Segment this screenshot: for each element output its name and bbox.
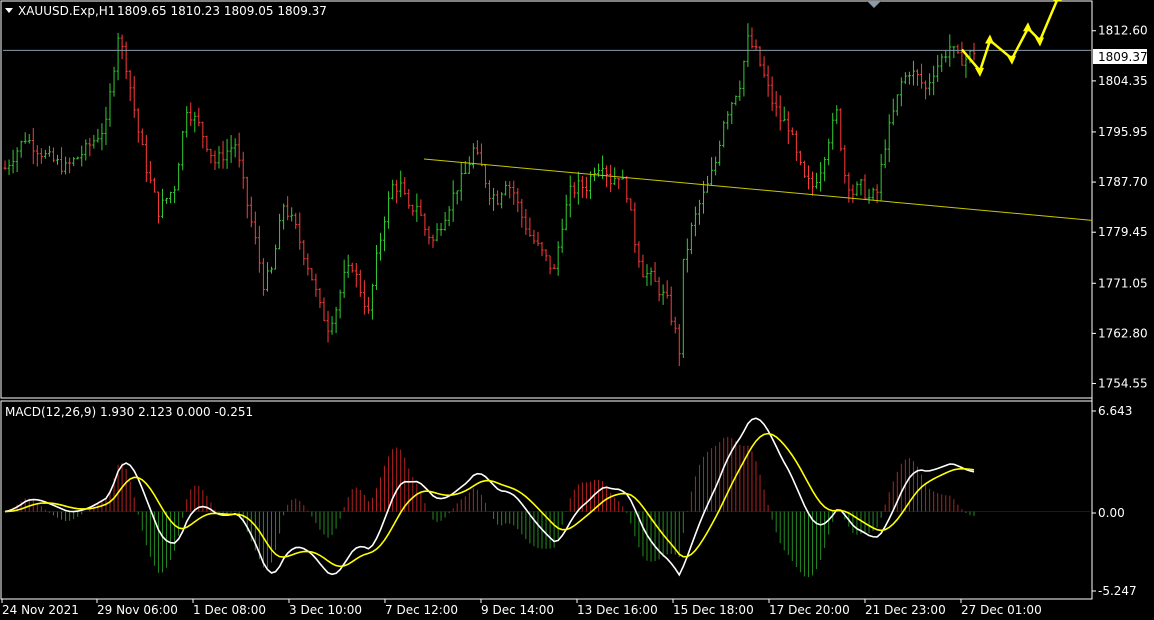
price-tick-label: 1779.45 [1098, 225, 1148, 239]
price-panel[interactable] [0, 0, 1093, 399]
current-price-value: 1809.37 [1098, 50, 1148, 64]
price-tick-label: 1787.70 [1098, 175, 1148, 189]
macd-label: MACD(12,26,9) 1.930 2.123 0.000 -0.251 [5, 405, 253, 419]
time-tick-label: 24 Nov 2021 [2, 603, 79, 617]
price-axis: 1812.60 1804.35 1795.95 1787.70 1779.45 1771.… [1092, 24, 1148, 391]
trading-chart[interactable]: 1812.60 1804.35 1795.95 1787.70 1779.45 1771.… [0, 0, 1154, 620]
time-tick-label: 13 Dec 16:00 [577, 603, 658, 617]
price-tick-label: 1804.35 [1098, 74, 1148, 88]
price-tick-label: 1771.05 [1098, 276, 1148, 290]
time-tick-label: 9 Dec 14:00 [481, 603, 554, 617]
time-tick-label: 3 Dec 10:00 [289, 603, 362, 617]
macd-panel[interactable] [0, 400, 1093, 600]
time-axis: 24 Nov 2021 29 Nov 06:00 1 Dec 08:00 3 Dec … [1, 599, 1042, 617]
time-tick-label: 15 Dec 18:00 [673, 603, 754, 617]
price-tick-label: 1762.80 [1098, 326, 1148, 340]
time-tick-label: 27 Dec 01:00 [961, 603, 1042, 617]
macd-tick-bottom: -5.247 [1098, 584, 1137, 598]
macd-tick-top: 6.643 [1098, 404, 1132, 418]
time-tick-label: 29 Nov 06:00 [97, 603, 178, 617]
price-tick-label: 1754.55 [1098, 377, 1148, 391]
time-tick-label: 21 Dec 23:00 [865, 603, 946, 617]
ohlc-label: 1809.65 1810.23 1809.05 1809.37 [117, 4, 327, 18]
symbol-label: XAUUSD.Exp,H1 [18, 4, 115, 18]
price-tick-label: 1812.60 [1098, 24, 1148, 38]
price-tick-label: 1795.95 [1098, 125, 1148, 139]
time-tick-label: 17 Dec 20:00 [769, 603, 850, 617]
time-tick-label: 7 Dec 12:00 [385, 603, 458, 617]
macd-tick-zero: 0.00 [1098, 506, 1125, 520]
forecast-arrowhead-icon [1053, 0, 1062, 1]
time-tick-label: 1 Dec 08:00 [193, 603, 266, 617]
